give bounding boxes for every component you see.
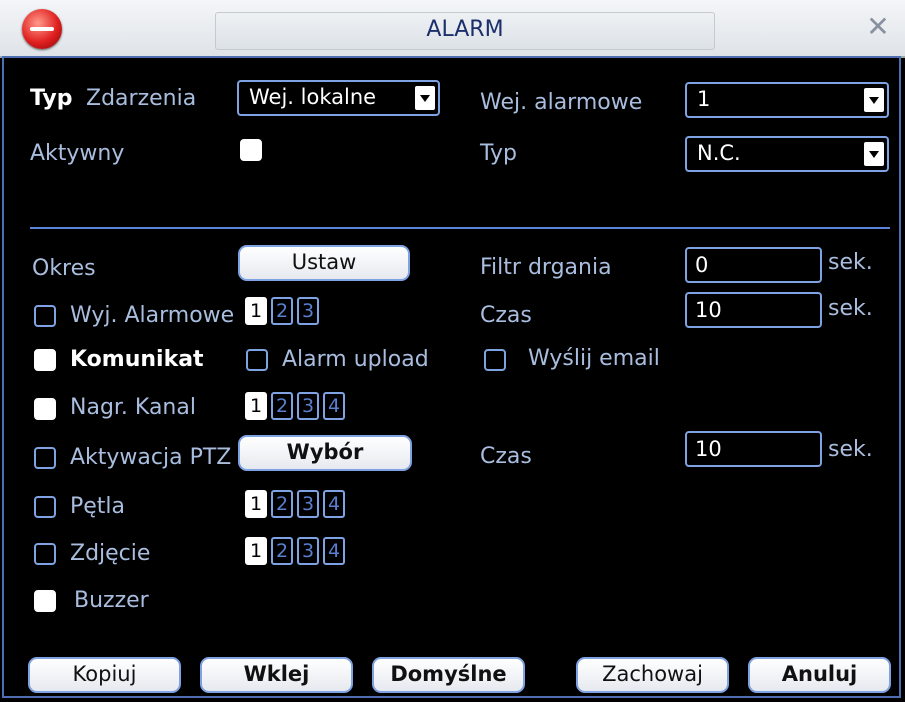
petla-channel-2[interactable]: 2 [271,490,293,518]
event-type-value: Wej. lokalne [249,85,377,109]
nagr-kanal-label: Nagr. Kanal [70,395,196,420]
alarm-upload-label: Alarm upload [282,347,429,372]
email-label: Wyślij email [528,346,660,371]
zdjecie-channel-2[interactable]: 2 [271,537,293,565]
wklej-button[interactable]: Wklej [200,657,353,693]
petla-checkbox[interactable] [34,496,56,518]
wyj-output-3[interactable]: 3 [297,297,319,325]
czas2-label: Czas [480,444,532,469]
buzzer-label: Buzzer [74,588,149,613]
domyslne-button[interactable]: Domyślne [372,657,525,693]
nagr-channel-2[interactable]: 2 [271,392,293,420]
filtr-label: Filtr drgania [480,255,612,280]
filtr-value: 0 [695,253,709,277]
window-title: ALARM [426,17,504,42]
title-box: ALARM [215,12,715,50]
nagr-channel-3[interactable]: 3 [297,392,319,420]
alarm-window: ALARM ✕ Typ Zdarzenia Wej. lokalne Wej. … [0,0,905,702]
wyj-alarmowe-label: Wyj. Alarmowe [70,303,235,328]
czas1-unit: sek. [828,296,873,321]
chevron-down-icon [415,86,435,110]
filtr-input[interactable]: 0 [685,247,822,283]
czas1-value: 10 [695,298,722,322]
petla-channel-4[interactable]: 4 [323,490,345,518]
event-type-select[interactable]: Wej. lokalne [237,80,440,116]
buzzer-checkbox[interactable] [34,590,56,612]
contact-type-value: N.C. [697,141,741,165]
wyj-output-2[interactable]: 2 [271,297,293,325]
petla-channel-3[interactable]: 3 [297,490,319,518]
komunikat-checkbox[interactable] [34,349,56,371]
nagr-kanal-checkbox[interactable] [34,398,56,420]
nagr-channel-1[interactable]: 1 [245,392,267,420]
title-bar: ALARM ✕ [0,0,905,58]
typ-prefix-label: Typ [30,86,73,111]
wyj-output-1[interactable]: 1 [245,297,267,325]
petla-channel-1[interactable]: 1 [245,490,267,518]
zdjecie-label: Zdjęcie [70,541,151,566]
zdjecie-channel-3[interactable]: 3 [297,537,319,565]
kopiuj-button[interactable]: Kopiuj [28,657,181,693]
wybor-button[interactable]: Wybór [238,435,412,471]
wyj-alarmowe-checkbox[interactable] [34,305,56,327]
email-checkbox[interactable] [484,349,506,371]
alarm-input-value: 1 [697,87,711,111]
petla-label: Pętla [70,494,126,519]
aktywny-label: Aktywny [30,141,125,166]
ptz-label: Aktywacja PTZ [70,445,232,470]
alarm-upload-checkbox[interactable] [246,349,268,371]
zachowaj-button[interactable]: Zachowaj [576,657,729,693]
wej-alarmowe-label: Wej. alarmowe [480,90,643,115]
close-icon[interactable]: ✕ [865,12,891,42]
czas2-unit: sek. [828,437,873,462]
zdjecie-channel-4[interactable]: 4 [323,537,345,565]
czas1-input[interactable]: 10 [685,292,822,328]
record-icon [22,9,62,49]
chevron-down-icon [864,142,884,166]
section-divider [30,227,890,229]
komunikat-label: Komunikat [70,347,204,372]
czas2-input[interactable]: 10 [685,431,822,467]
alarm-input-select[interactable]: 1 [685,82,889,118]
nagr-channel-4[interactable]: 4 [323,392,345,420]
ptz-checkbox[interactable] [34,447,56,469]
czas2-value: 10 [695,437,722,461]
typ2-label: Typ [480,141,517,166]
czas1-label: Czas [480,303,532,328]
contact-type-select[interactable]: N.C. [685,136,889,172]
chevron-down-icon [864,88,884,112]
okres-label: Okres [32,256,96,281]
typ-zdarzenia-label: Zdarzenia [86,86,197,111]
aktywny-checkbox[interactable] [240,139,262,161]
zdjecie-checkbox[interactable] [34,543,56,565]
zdjecie-channel-1[interactable]: 1 [245,537,267,565]
filtr-unit: sek. [828,250,873,275]
ustaw-button[interactable]: Ustaw [238,245,410,281]
anuluj-button[interactable]: Anuluj [748,657,891,693]
